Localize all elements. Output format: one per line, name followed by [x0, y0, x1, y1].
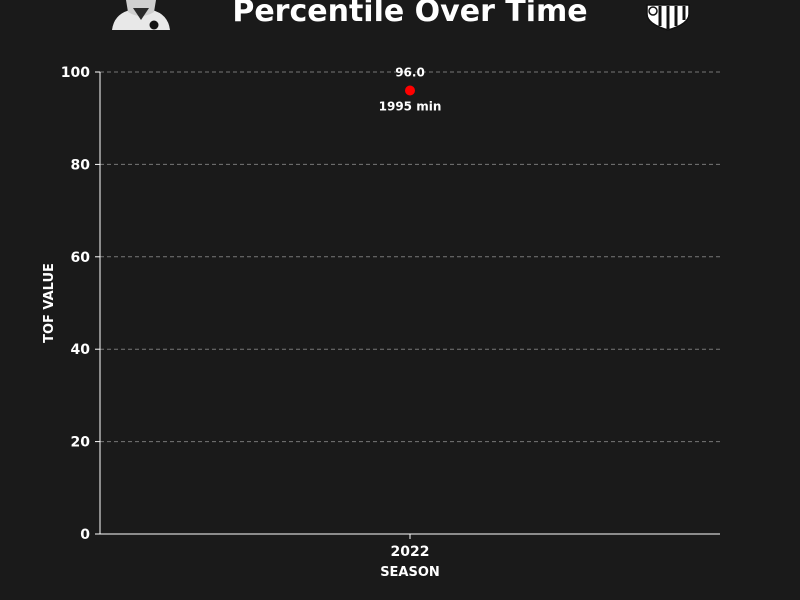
- player-avatar-icon: [112, 0, 170, 30]
- y-tick-label-20: 20: [71, 435, 91, 451]
- x-axis-label: SEASON: [380, 565, 440, 580]
- y-tick-label-0: 0: [80, 527, 90, 543]
- y-tick-label-100: 100: [61, 65, 90, 81]
- ticks-layer: 0 20 40 60 80 100 2022: [61, 65, 430, 560]
- y-tick-label-80: 80: [71, 157, 91, 173]
- club-crest-icon: [646, 4, 690, 31]
- points-layer: 96.0 1995 min: [379, 65, 442, 113]
- percentile-chart: Percentile Over Time 0 20 40 60 80 100 2022 96…: [42, 0, 720, 580]
- chart-title: Percentile Over Time: [232, 0, 587, 29]
- data-value-label-2022: 96.0: [395, 65, 425, 79]
- y-axis-label: TOF VALUE: [42, 263, 57, 343]
- grid-layer: [100, 71, 720, 443]
- data-point-2022: [405, 85, 415, 96]
- data-minutes-label-2022: 1995 min: [379, 99, 442, 113]
- axes-layer: [99, 72, 720, 535]
- y-tick-label-60: 60: [71, 250, 91, 266]
- x-tick-label-2022: 2022: [391, 544, 430, 560]
- y-tick-label-40: 40: [71, 342, 91, 358]
